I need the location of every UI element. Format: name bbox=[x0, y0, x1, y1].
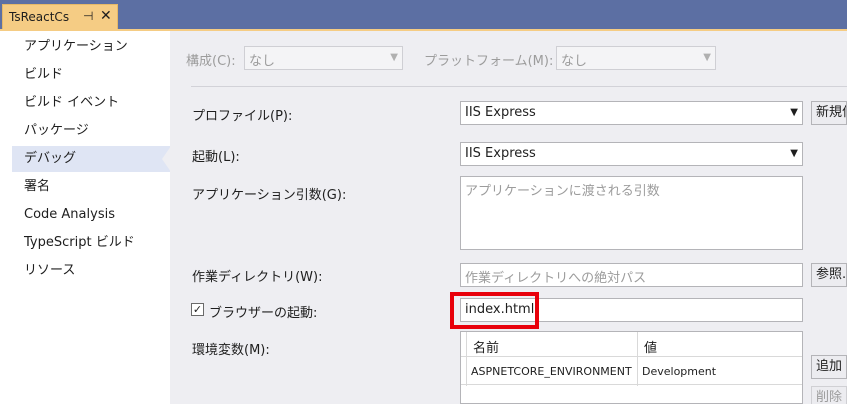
env-vars-grid[interactable]: 名前 値 ASPNETCORE_ENVIRONMENT Development bbox=[460, 331, 803, 404]
table-row[interactable]: ASPNETCORE_ENVIRONMENT Development bbox=[461, 358, 802, 385]
configuration-combo-value: なし bbox=[249, 54, 276, 69]
sidebar-item-debug[interactable]: デバッグ bbox=[12, 146, 171, 172]
new-profile-button[interactable]: 新規作成 bbox=[811, 101, 847, 125]
profile-combo-value: IIS Express bbox=[465, 105, 536, 120]
env-vars-grid-header: 名前 値 bbox=[461, 332, 802, 357]
env-var-name-cell[interactable]: ASPNETCORE_ENVIRONMENT bbox=[471, 365, 632, 378]
workdir-input[interactable]: 作業ディレクトリへの絶対パス bbox=[460, 263, 803, 287]
close-icon[interactable]: ✕ bbox=[100, 8, 112, 24]
document-tab-strip bbox=[0, 0, 847, 29]
document-tab[interactable]: TsReactCs ⊣ ✕ bbox=[2, 4, 118, 29]
highlight-box bbox=[450, 292, 539, 329]
platform-label: プラットフォーム(M): bbox=[424, 54, 554, 69]
profile-label: プロファイル(P): bbox=[192, 109, 293, 124]
chevron-down-icon: ▼ bbox=[790, 107, 798, 118]
launch-label: 起動(L): bbox=[192, 150, 240, 165]
chevron-down-icon: ▼ bbox=[703, 52, 711, 63]
sidebar-item-application[interactable]: アプリケーション bbox=[12, 34, 170, 60]
app-args-placeholder: アプリケーションに渡される引数 bbox=[465, 184, 660, 199]
sidebar-item-build[interactable]: ビルド bbox=[12, 62, 170, 88]
launch-browser-label: ブラウザーの起動: bbox=[209, 306, 318, 321]
sidebar-item-code-analysis[interactable]: Code Analysis bbox=[12, 202, 170, 228]
workdir-label: 作業ディレクトリ(W): bbox=[192, 270, 323, 285]
launch-combo-value: IIS Express bbox=[465, 146, 536, 161]
add-env-var-button[interactable]: 追加 bbox=[811, 355, 847, 379]
platform-combo-value: なし bbox=[561, 54, 588, 69]
section-divider bbox=[191, 86, 847, 87]
sidebar-item-signing[interactable]: 署名 bbox=[12, 174, 170, 200]
launch-combo[interactable]: IIS Express ▼ bbox=[460, 142, 803, 166]
workdir-placeholder: 作業ディレクトリへの絶対パス bbox=[465, 271, 647, 286]
configuration-combo[interactable]: なし ▼ bbox=[244, 46, 403, 70]
delete-env-var-button[interactable]: 削除 bbox=[811, 386, 847, 404]
browse-button[interactable]: 参照... bbox=[811, 263, 847, 287]
profile-combo[interactable]: IIS Express ▼ bbox=[460, 101, 803, 125]
env-var-value-cell[interactable]: Development bbox=[642, 365, 716, 378]
column-header-value[interactable]: 値 bbox=[644, 337, 657, 356]
column-header-name[interactable]: 名前 bbox=[473, 337, 499, 356]
sidebar-item-build-events[interactable]: ビルド イベント bbox=[12, 90, 170, 116]
platform-combo[interactable]: なし ▼ bbox=[556, 46, 716, 70]
document-tab-title: TsReactCs bbox=[9, 10, 70, 24]
sidebar-item-resources[interactable]: リソース bbox=[12, 258, 170, 284]
pin-icon[interactable]: ⊣ bbox=[83, 9, 93, 23]
chevron-down-icon: ▼ bbox=[790, 148, 798, 159]
property-page-sidebar: アプリケーション ビルド ビルド イベント パッケージ デバッグ 署名 Code… bbox=[0, 31, 171, 404]
launch-browser-checkbox[interactable]: ✓ bbox=[191, 303, 204, 316]
configuration-label: 構成(C): bbox=[186, 54, 236, 69]
app-args-textarea[interactable]: アプリケーションに渡される引数 bbox=[460, 176, 803, 250]
env-vars-label: 環境変数(M): bbox=[192, 343, 270, 358]
sidebar-item-typescript-build[interactable]: TypeScript ビルド bbox=[12, 230, 170, 256]
app-args-label: アプリケーション引数(G): bbox=[192, 188, 347, 203]
chevron-down-icon: ▼ bbox=[390, 52, 398, 63]
sidebar-item-package[interactable]: パッケージ bbox=[12, 118, 170, 144]
